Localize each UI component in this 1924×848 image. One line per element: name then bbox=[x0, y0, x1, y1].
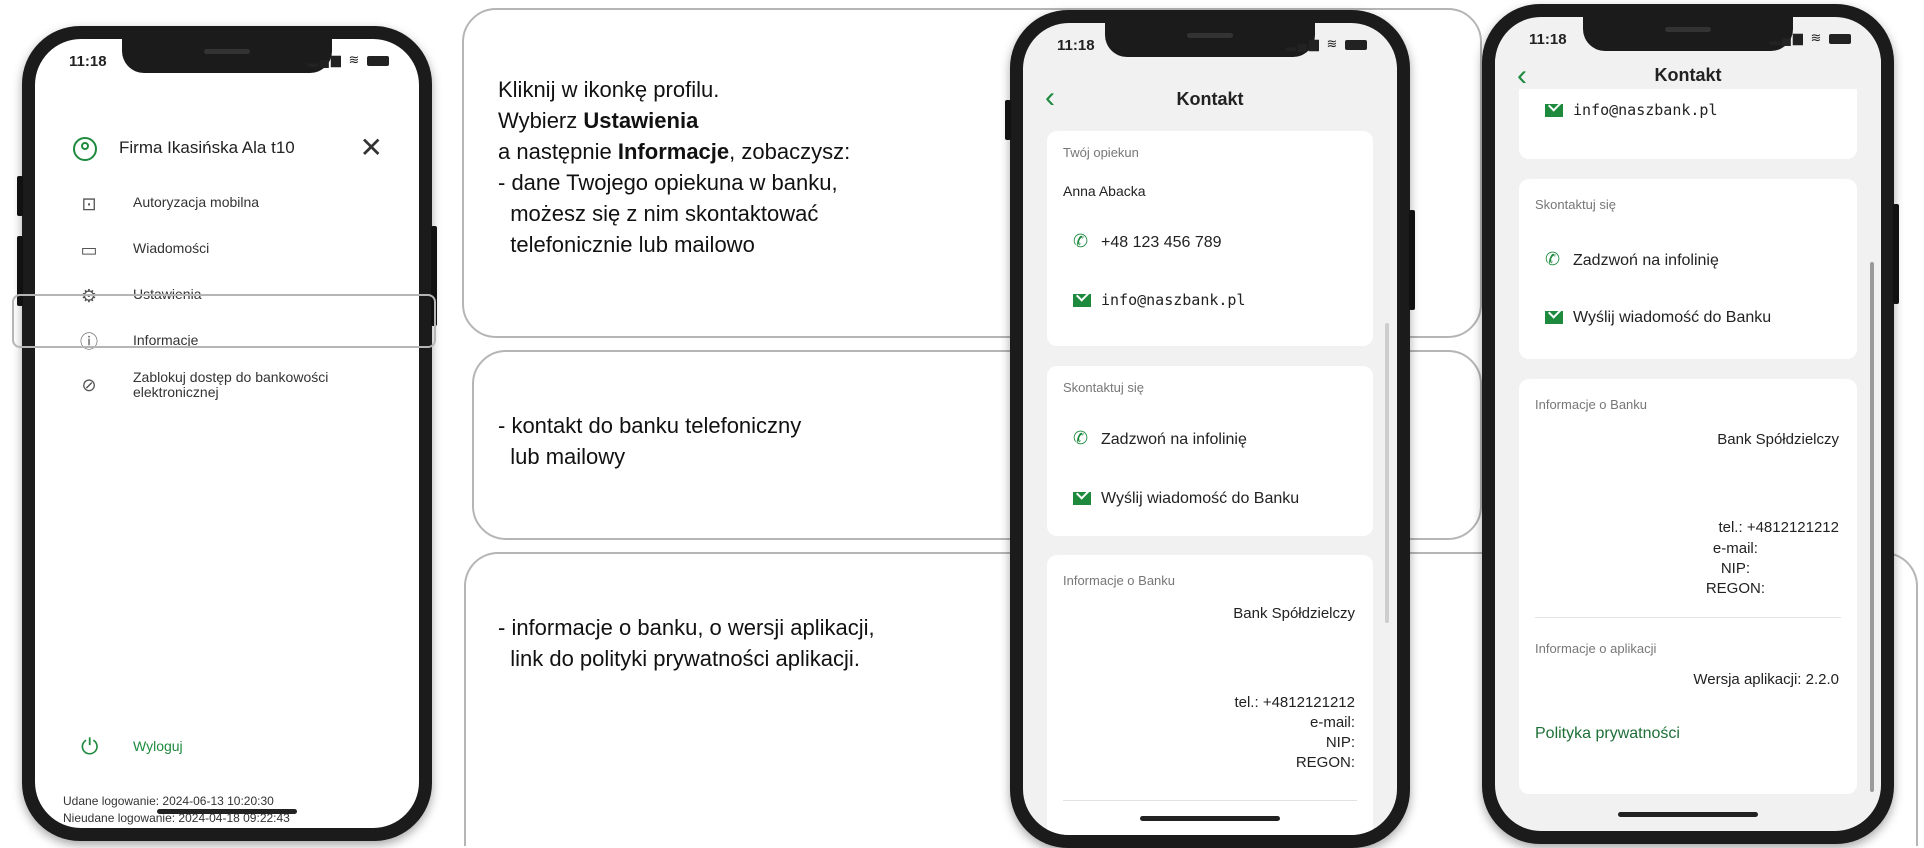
bank-details: e-mail: NIP: REGON: bbox=[1705, 540, 1765, 597]
home-indicator bbox=[1618, 812, 1758, 817]
message-icon: ▭ bbox=[80, 240, 98, 260]
menu-item-zablokuj[interactable]: ⊘ Zablokuj dostęp do bankowości elektron… bbox=[63, 365, 391, 405]
app-section-title: Informacje o aplikacji bbox=[1535, 641, 1657, 656]
status-icons: ▂▄▆ ≋ bbox=[1286, 36, 1367, 52]
bank-section-title: Informacje o Banku bbox=[1063, 573, 1176, 588]
menu-header: Firma Ikasińska Ala t10 ✕ bbox=[63, 129, 391, 169]
phone-kontakt-scrolled: 11:18 ▂▄▆ ≋ ‹ Kontakt info@naszbank.pl S… bbox=[1482, 4, 1899, 844]
logout-label: Wyloguj bbox=[133, 738, 183, 754]
block-icon: ⊘ bbox=[81, 375, 97, 395]
phone-icon: ✆ bbox=[1545, 249, 1561, 269]
home-indicator bbox=[157, 809, 297, 814]
bank-section-title: Informacje o Banku bbox=[1535, 397, 1648, 412]
advisor-phone-row[interactable]: ✆ +48 123 456 789 bbox=[1073, 231, 1222, 252]
mail-icon bbox=[1073, 294, 1091, 308]
company-name: Firma Ikasińska Ala t10 bbox=[119, 138, 295, 157]
phone-icon: ✆ bbox=[1073, 231, 1089, 251]
profile-icon[interactable] bbox=[73, 137, 97, 161]
status-time: 11:18 bbox=[1529, 31, 1567, 48]
app-version: Wersja aplikacji: 2.2.0 bbox=[1693, 671, 1839, 688]
advisor-name: Anna Abacka bbox=[1063, 183, 1146, 199]
page-title: Kontakt bbox=[1176, 89, 1244, 109]
send-message-button[interactable]: Wyślij wiadomość do Banku bbox=[1073, 490, 1299, 508]
status-time: 11:18 bbox=[1057, 37, 1095, 54]
scrollbar[interactable] bbox=[1870, 262, 1874, 792]
menu-item-label: Zablokuj dostęp do bankowości elektronic… bbox=[133, 369, 329, 400]
power-icon: ⏻ bbox=[81, 734, 99, 759]
advisor-email-row[interactable]: info@naszbank.pl bbox=[1545, 101, 1718, 120]
status-icons: ▂▄▆ ≋ bbox=[308, 52, 389, 68]
kontakt-header: ‹ Kontakt bbox=[1023, 67, 1397, 127]
logout-button[interactable]: ⏻ Wyloguj bbox=[63, 717, 391, 787]
contact-card: Skontaktuj się ✆ Zadzwoń na infolinię Wyś… bbox=[1047, 366, 1373, 536]
phone-kontakt-top: 11:18 ▂▄▆ ≋ ‹ Kontakt Twój opiekun Anna … bbox=[1005, 10, 1415, 848]
bank-info-card: Informacje o Banku Bank Spółdzielczy tel… bbox=[1519, 379, 1857, 794]
contact-section-title: Skontaktuj się bbox=[1535, 197, 1616, 212]
phone-menu: 11:18 ▂▄▆ ≋ Firma Ikasińska Ala t10 ✕ ⊡ … bbox=[17, 26, 437, 841]
phone-icon: ✆ bbox=[1073, 428, 1089, 448]
menu-item-label: Autoryzacja mobilna bbox=[133, 194, 260, 210]
kontakt-screen-scrolled: 11:18 ▂▄▆ ≋ ‹ Kontakt info@naszbank.pl S… bbox=[1495, 17, 1881, 831]
contact-section-title: Skontaktuj się bbox=[1063, 380, 1144, 395]
advisor-email-row[interactable]: info@naszbank.pl bbox=[1073, 291, 1246, 310]
instruction-advisor: Kliknij w ikonkę profilu. Wybierz Ustawi… bbox=[498, 77, 851, 257]
menu-item-wiadomosci[interactable]: ▭ Wiadomości bbox=[63, 230, 391, 270]
close-icon[interactable]: ✕ bbox=[360, 131, 383, 164]
kontakt-screen-top: 11:18 ▂▄▆ ≋ ‹ Kontakt Twój opiekun Anna … bbox=[1023, 23, 1397, 835]
instruction-contact: - kontakt do banku telefoniczny lub mail… bbox=[498, 413, 802, 469]
status-icons: ▂▄▆ ≋ bbox=[1770, 30, 1851, 46]
bank-name: Bank Spółdzielczy bbox=[1233, 605, 1355, 622]
highlight-informacje bbox=[12, 294, 436, 348]
call-hotline-button[interactable]: ✆ Zadzwoń na infolinię bbox=[1073, 428, 1247, 449]
mail-icon bbox=[1545, 104, 1563, 118]
call-hotline-button[interactable]: ✆ Zadzwoń na infolinię bbox=[1545, 249, 1719, 270]
mail-icon bbox=[1073, 492, 1091, 506]
send-message-button[interactable]: Wyślij wiadomość do Banku bbox=[1545, 309, 1771, 327]
contact-card: Skontaktuj się ✆ Zadzwoń na infolinię Wyś… bbox=[1519, 179, 1857, 359]
menu-item-label: Wiadomości bbox=[133, 240, 210, 256]
advisor-card: info@naszbank.pl bbox=[1519, 89, 1857, 159]
home-indicator bbox=[1140, 816, 1280, 821]
status-time: 11:18 bbox=[69, 53, 107, 70]
bank-tel: tel.: +4812121212 bbox=[1718, 519, 1839, 536]
mail-icon bbox=[1545, 311, 1563, 325]
bank-name: Bank Spółdzielczy bbox=[1717, 431, 1839, 448]
privacy-policy-link[interactable]: Polityka prywatności bbox=[1535, 725, 1680, 743]
mobile-auth-icon: ⊡ bbox=[81, 194, 97, 214]
menu-item-autoryzacja[interactable]: ⊡ Autoryzacja mobilna bbox=[63, 184, 391, 224]
login-success: Udane logowanie: 2024-06-13 10:20:30 bbox=[63, 794, 274, 808]
instruction-bank-info: - informacje o banku, o wersji aplikacji… bbox=[498, 615, 875, 671]
page-title: Kontakt bbox=[1654, 65, 1722, 85]
advisor-card: Twój opiekun Anna Abacka ✆ +48 123 456 78… bbox=[1047, 131, 1373, 346]
advisor-section-title: Twój opiekun bbox=[1063, 145, 1139, 160]
bank-details: tel.: +4812121212 e-mail: NIP: REGON: bbox=[1234, 694, 1355, 771]
menu-screen: 11:18 ▂▄▆ ≋ Firma Ikasińska Ala t10 ✕ ⊡ … bbox=[35, 39, 419, 828]
bank-info-card: Informacje o Banku Bank Spółdzielczy tel… bbox=[1047, 555, 1373, 835]
